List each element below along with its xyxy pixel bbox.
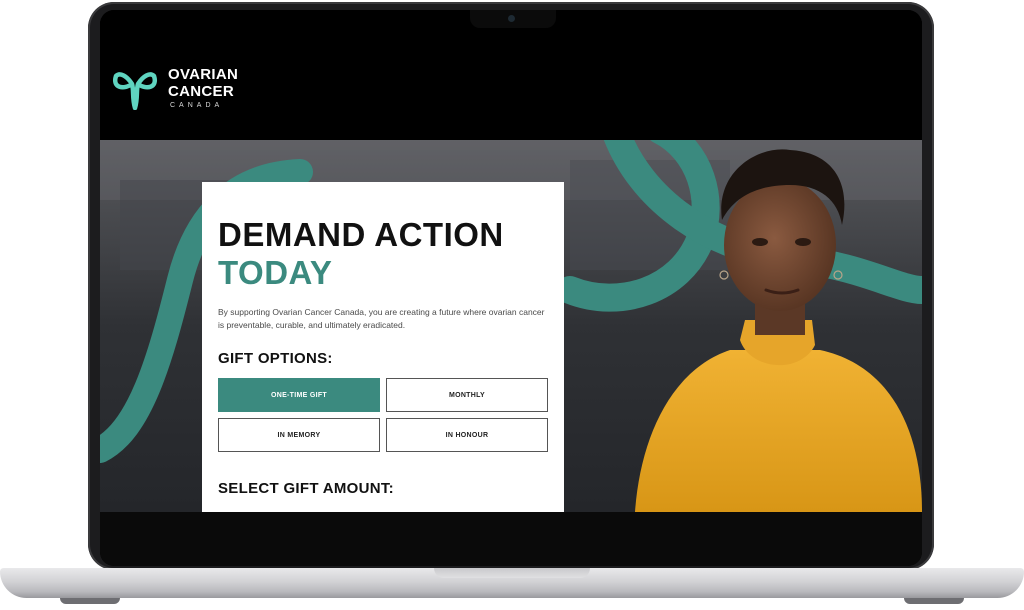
camera-icon <box>508 15 515 22</box>
gift-options-label: GIFT OPTIONS: <box>218 350 333 367</box>
gift-option-monthly-button[interactable]: MONTHLY <box>386 378 548 412</box>
screen-bottom-bar <box>100 512 922 566</box>
site-header: OVARIAN CANCER CANADA <box>100 10 922 140</box>
laptop-screen: OVARIAN CANCER CANADA DEMAND ACTION TODA… <box>100 10 922 566</box>
hero-section: DEMAND ACTION TODAY By supporting Ovaria… <box>100 140 922 512</box>
brand-logo[interactable]: OVARIAN CANCER CANADA <box>110 66 238 110</box>
camera-notch <box>470 10 556 28</box>
laptop-foot-right <box>904 598 964 604</box>
gift-option-label: IN MEMORY <box>277 431 321 439</box>
laptop-base-lip <box>434 568 590 578</box>
gift-option-in-honour-button[interactable]: IN HONOUR <box>386 418 548 452</box>
donation-card: DEMAND ACTION TODAY By supporting Ovaria… <box>202 182 564 512</box>
hero-description: By supporting Ovarian Cancer Canada, you… <box>218 307 545 330</box>
select-gift-amount-label: SELECT GIFT AMOUNT: <box>218 480 394 497</box>
brand-line-2: CANCER <box>168 83 234 100</box>
hero-title-line-2: TODAY <box>218 254 333 291</box>
brand-wordmark: OVARIAN CANCER CANADA <box>168 67 238 109</box>
brand-sub: CANADA <box>170 102 224 109</box>
hero-title-line-1: DEMAND ACTION <box>218 216 504 253</box>
brand-line-1: OVARIAN <box>168 66 239 83</box>
gift-option-label: MONTHLY <box>448 391 486 399</box>
hero-title: DEMAND ACTION TODAY <box>218 216 504 292</box>
gift-option-in-memory-button[interactable]: IN MEMORY <box>218 418 380 452</box>
gift-option-one-time-button[interactable]: ONE-TIME GIFT <box>218 378 380 412</box>
gift-option-label: IN HONOUR <box>445 431 489 439</box>
gift-option-label: ONE-TIME GIFT <box>270 391 327 399</box>
ovarian-ribbon-logo-icon <box>112 72 158 110</box>
laptop-foot-left <box>60 598 120 604</box>
